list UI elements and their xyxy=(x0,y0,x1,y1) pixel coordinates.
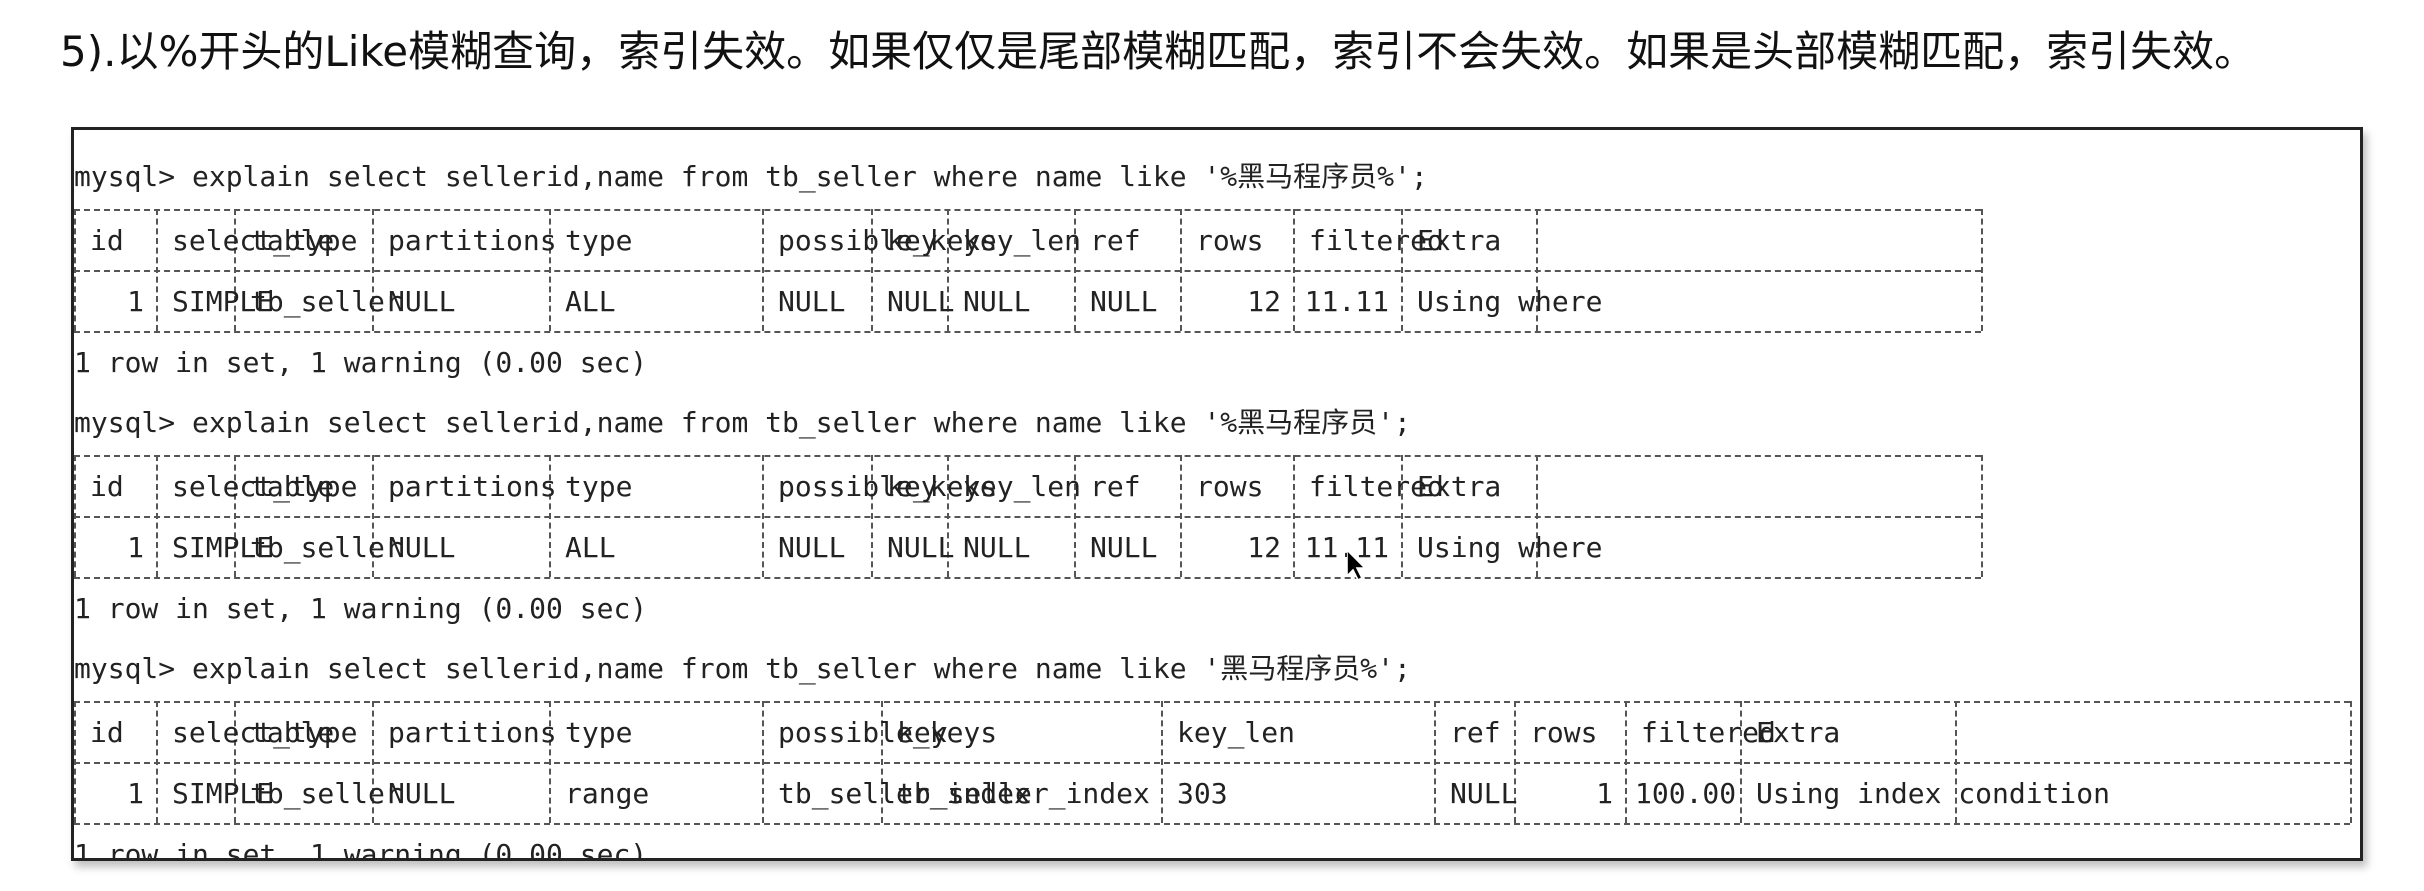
table-border xyxy=(74,270,1981,272)
column-header: key_len xyxy=(1177,716,1296,749)
table-border xyxy=(74,331,1981,333)
column-separator xyxy=(1293,455,1295,577)
column-header: ref xyxy=(1090,470,1141,503)
table-cell: NULL xyxy=(963,285,1031,318)
column-header: table xyxy=(250,716,335,749)
column-separator xyxy=(1625,701,1627,823)
query-command: mysql> explain select sellerid,name from… xyxy=(74,652,1411,685)
column-header: rows xyxy=(1196,470,1264,503)
table-cell: 1 xyxy=(127,777,144,810)
table-cell: NULL xyxy=(388,531,456,564)
table-cell: NULL xyxy=(887,285,955,318)
mouse-cursor-icon xyxy=(1347,550,1367,582)
column-header: key xyxy=(897,716,948,749)
column-separator xyxy=(74,209,76,331)
column-header: ref xyxy=(1450,716,1501,749)
column-header: ref xyxy=(1090,224,1141,257)
table-cell: NULL xyxy=(778,285,846,318)
column-header: type xyxy=(565,716,633,749)
table-cell: NULL xyxy=(887,531,955,564)
table-border xyxy=(74,455,1981,457)
column-separator xyxy=(1434,701,1436,823)
column-separator xyxy=(762,455,764,577)
column-header: id xyxy=(90,224,124,257)
table-cell: range xyxy=(565,777,650,810)
table-cell: NULL xyxy=(1090,285,1158,318)
table-cell: NULL xyxy=(388,777,456,810)
table-cell: ALL xyxy=(565,285,616,318)
column-separator xyxy=(1981,455,1983,577)
table-cell: tb_seller xyxy=(250,285,402,318)
table-border xyxy=(74,701,2350,703)
column-header: id xyxy=(90,716,124,749)
column-separator xyxy=(2350,701,2352,823)
table-cell: 1 xyxy=(127,531,144,564)
column-header: table xyxy=(250,224,335,257)
column-header: rows xyxy=(1530,716,1598,749)
table-border xyxy=(74,762,2350,764)
column-header: partitions xyxy=(388,470,557,503)
table-cell: 11.11 xyxy=(1304,531,1389,564)
query-status: 1 row in set, 1 warning (0.00 sec) xyxy=(74,346,648,379)
column-header: Extra xyxy=(1417,470,1502,503)
query-status: 1 row in set, 1 warning (0.00 sec) xyxy=(74,838,648,861)
column-header: key_len xyxy=(963,224,1082,257)
column-header: partitions xyxy=(388,224,557,257)
column-header: type xyxy=(565,224,633,257)
table-cell: 11.11 xyxy=(1304,285,1389,318)
table-cell: tb_seller xyxy=(250,777,402,810)
column-header: key_len xyxy=(963,470,1082,503)
column-header: key xyxy=(887,470,938,503)
table-cell: NULL xyxy=(1450,777,1518,810)
column-separator xyxy=(762,209,764,331)
table-cell: 12 xyxy=(1247,531,1281,564)
table-cell: 1 xyxy=(1596,777,1613,810)
column-separator xyxy=(156,701,158,823)
table-cell: 100.00 xyxy=(1635,777,1737,810)
table-cell: NULL xyxy=(388,285,456,318)
column-separator xyxy=(1180,209,1182,331)
column-header: id xyxy=(90,470,124,503)
table-cell: NULL xyxy=(963,531,1031,564)
table-cell: 303 xyxy=(1177,777,1228,810)
terminal-output: mysql> explain select sellerid,name from… xyxy=(74,130,2360,858)
table-cell: tb_seller_index xyxy=(897,777,1150,810)
query-command: mysql> explain select sellerid,name from… xyxy=(74,406,1411,439)
query-command: mysql> explain select sellerid,name from… xyxy=(74,160,1428,193)
table-cell: 1 xyxy=(127,285,144,318)
table-cell: Using where xyxy=(1417,531,1603,564)
column-separator xyxy=(156,209,158,331)
column-separator xyxy=(1981,209,1983,331)
column-header: rows xyxy=(1196,224,1264,257)
table-cell: ALL xyxy=(565,531,616,564)
column-separator xyxy=(1293,209,1295,331)
table-border xyxy=(74,209,1981,211)
column-header: partitions xyxy=(388,716,557,749)
column-separator xyxy=(1161,701,1163,823)
column-header: possible_keys xyxy=(778,716,998,749)
column-header: type xyxy=(565,470,633,503)
table-cell: NULL xyxy=(1090,531,1158,564)
table-cell: tb_seller xyxy=(250,531,402,564)
table-border xyxy=(74,577,1981,579)
column-separator xyxy=(1180,455,1182,577)
column-header: key xyxy=(887,224,938,257)
column-header: Extra xyxy=(1417,224,1502,257)
table-cell: Using index condition xyxy=(1756,777,2111,810)
mysql-terminal-window[interactable]: mysql> explain select sellerid,name from… xyxy=(71,127,2363,861)
page-heading: 5).以%开头的Like模糊查询，索引失效。如果仅仅是尾部模糊匹配，索引不会失效… xyxy=(60,27,2257,76)
table-cell: 12 xyxy=(1247,285,1281,318)
table-border xyxy=(74,823,2350,825)
column-separator xyxy=(762,701,764,823)
column-header: Extra xyxy=(1756,716,1841,749)
table-border xyxy=(74,516,1981,518)
column-separator xyxy=(74,701,76,823)
table-cell: Using where xyxy=(1417,285,1603,318)
column-separator xyxy=(74,455,76,577)
table-cell: NULL xyxy=(778,531,846,564)
column-separator xyxy=(156,455,158,577)
column-header: table xyxy=(250,470,335,503)
query-status: 1 row in set, 1 warning (0.00 sec) xyxy=(74,592,648,625)
